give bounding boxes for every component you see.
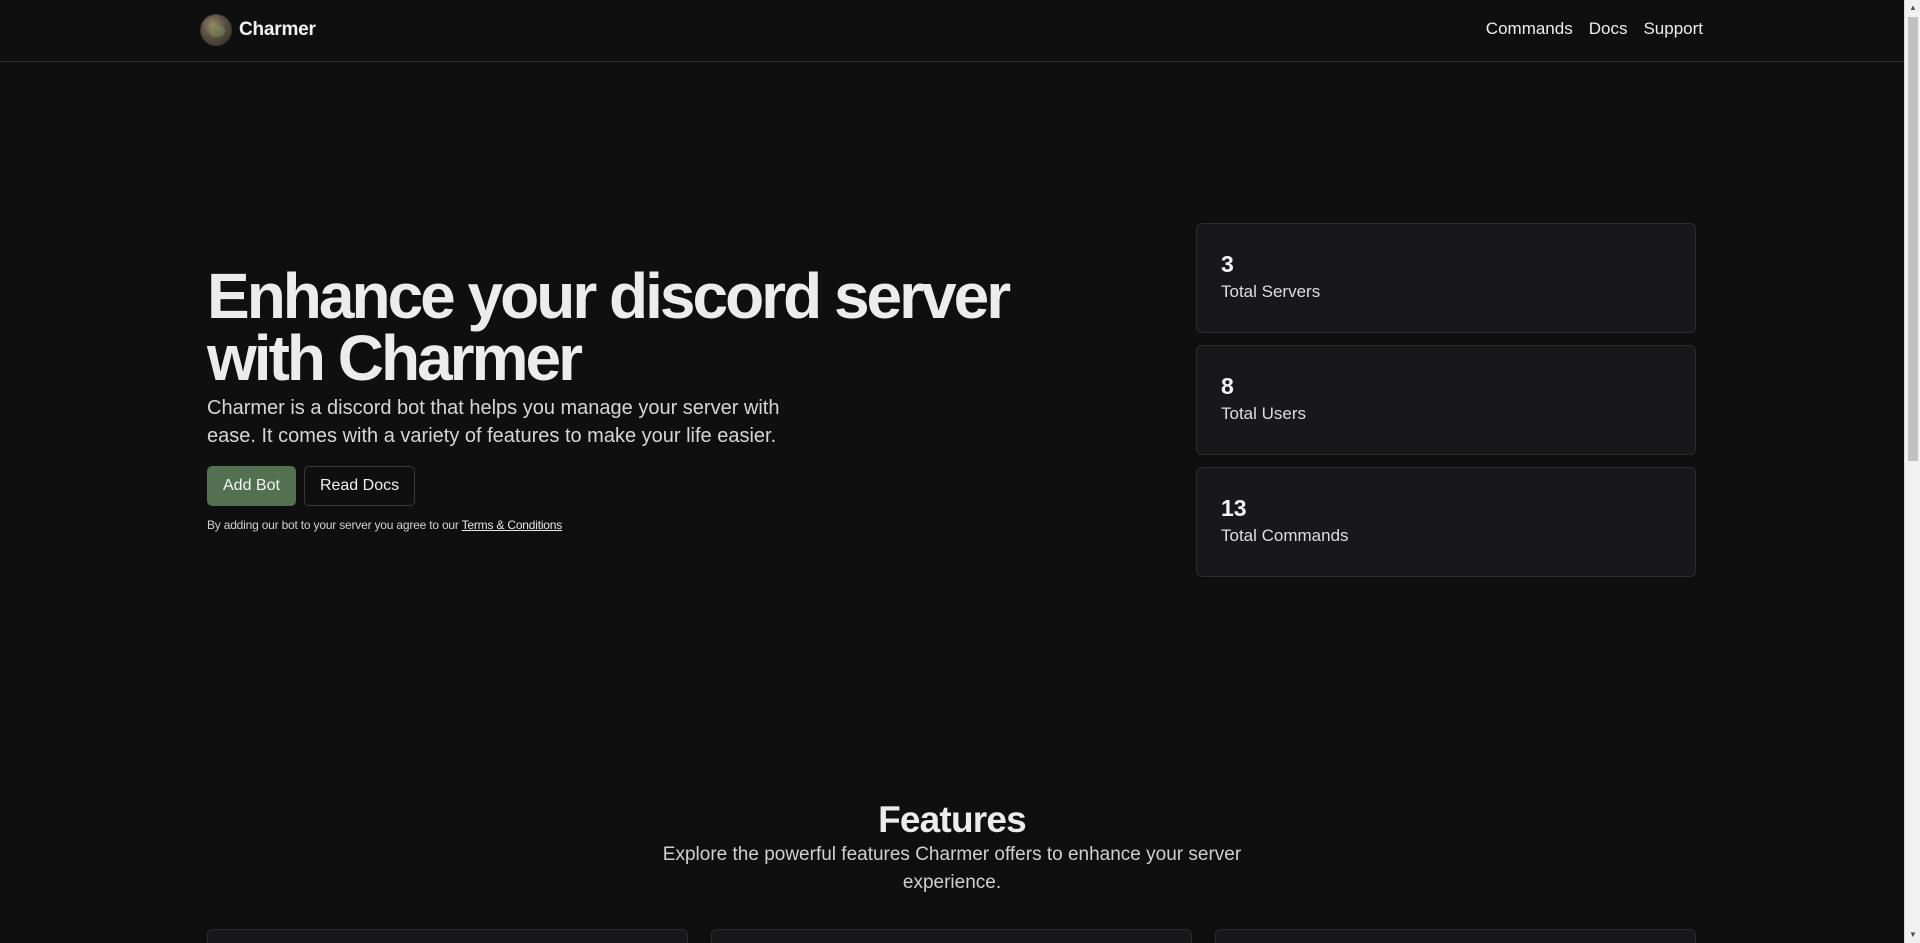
stat-label: Total Users bbox=[1221, 404, 1307, 423]
nav-link-docs[interactable]: Docs bbox=[1589, 19, 1628, 39]
hero-buttons: Add Bot Read Docs bbox=[207, 466, 416, 506]
charmer-avatar bbox=[200, 14, 232, 46]
nav-links: Commands Docs Support bbox=[1486, 19, 1703, 39]
scrollbar-thumb[interactable] bbox=[1908, 17, 1918, 461]
feature-card bbox=[1215, 929, 1696, 943]
terms-prefix: By adding our bot to your server you agr… bbox=[207, 518, 462, 532]
add-bot-button[interactable]: Add Bot bbox=[207, 466, 296, 506]
feature-card bbox=[207, 929, 688, 943]
brand-name: Charmer bbox=[239, 19, 316, 40]
stat-value: 13 bbox=[1221, 495, 1247, 521]
hero-title: Enhance your discord server with Charmer bbox=[207, 260, 1011, 394]
scrollbar[interactable]: ▲ ▼ bbox=[1904, 0, 1920, 943]
navbar: Charmer Commands Docs Support bbox=[0, 0, 1904, 62]
stats-panel: 3 Total Servers 8 Total Users 13 Total C… bbox=[1196, 223, 1696, 577]
scroll-up-arrow-icon[interactable]: ▲ bbox=[1905, 0, 1920, 16]
feature-card bbox=[711, 929, 1192, 943]
nav-link-support[interactable]: Support bbox=[1643, 19, 1703, 39]
hero-description: Charmer is a discord bot that helps you … bbox=[207, 397, 780, 447]
brand[interactable]: Charmer bbox=[200, 14, 316, 46]
nav-link-commands[interactable]: Commands bbox=[1486, 19, 1573, 39]
stat-label: Total Commands bbox=[1221, 526, 1349, 545]
terms-notice: By adding our bot to your server you agr… bbox=[207, 518, 562, 532]
stat-label: Total Servers bbox=[1221, 282, 1321, 301]
stat-card-commands: 13 Total Commands bbox=[1196, 467, 1696, 577]
features-subtitle: Explore the powerful features Charmer of… bbox=[662, 844, 1242, 893]
features-title: Features bbox=[878, 799, 1027, 840]
page: Charmer Commands Docs Support Enhance yo… bbox=[0, 0, 1920, 943]
stat-card-users: 8 Total Users bbox=[1196, 345, 1696, 455]
terms-link[interactable]: Terms & Conditions bbox=[462, 518, 563, 532]
read-docs-button[interactable]: Read Docs bbox=[303, 466, 416, 506]
stat-value: 3 bbox=[1221, 251, 1234, 277]
stat-value: 8 bbox=[1221, 373, 1234, 399]
scroll-down-arrow-icon[interactable]: ▼ bbox=[1905, 927, 1920, 943]
stat-card-servers: 3 Total Servers bbox=[1196, 223, 1696, 333]
